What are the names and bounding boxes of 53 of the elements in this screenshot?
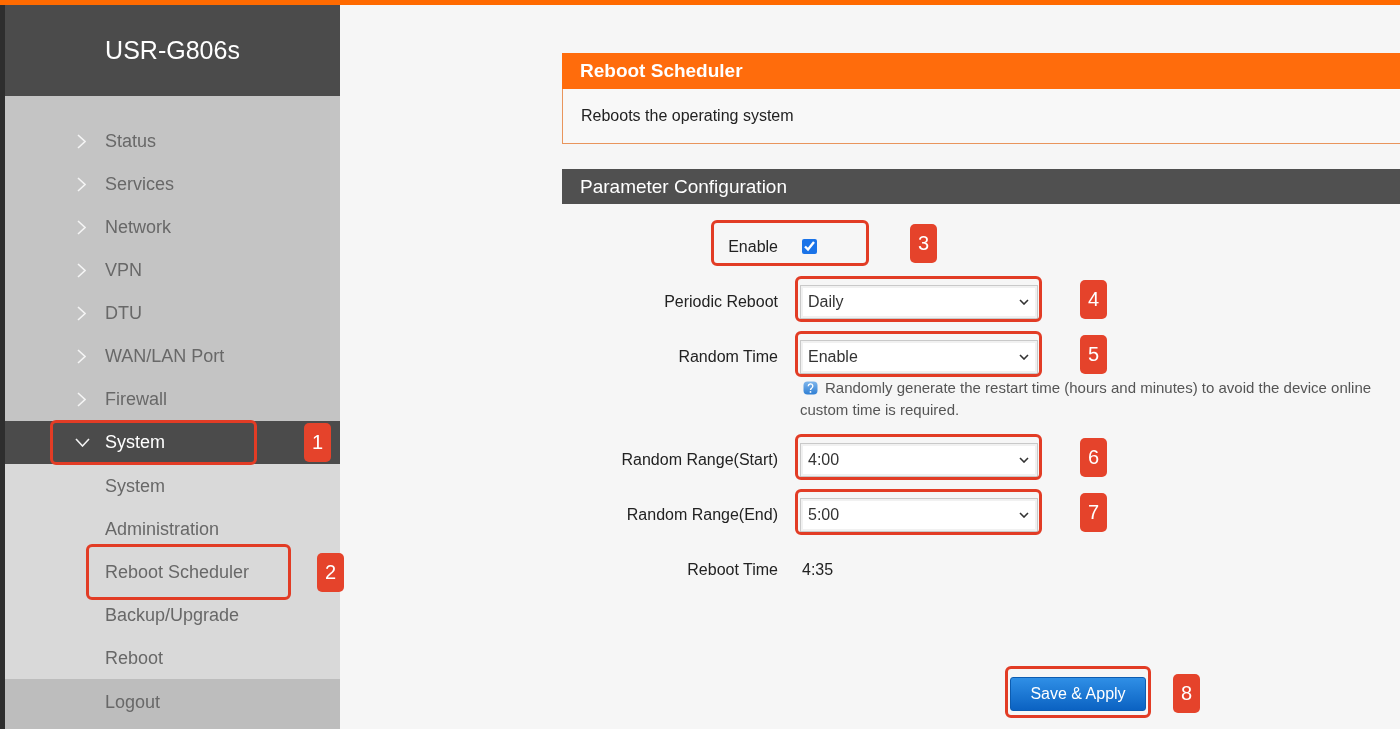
chevron-right-icon (77, 220, 86, 235)
sidebar-item[interactable]: DTU (5, 292, 340, 335)
chevron-right-icon (77, 263, 86, 278)
callout-badge: 1 (304, 423, 331, 462)
sidebar-item[interactable]: VPN (5, 249, 340, 292)
sidebar-item[interactable]: Services (5, 163, 340, 206)
logout-item[interactable]: Logout (105, 692, 161, 712)
submenu-item[interactable]: Backup/Upgrade (105, 602, 240, 627)
field-label: Reboot Time (687, 560, 778, 579)
chevron-down-icon (1019, 353, 1029, 360)
chevron-down-icon (1019, 511, 1029, 518)
sidebar-item[interactable]: WAN/LAN Port (5, 335, 340, 378)
chevron-right-icon (77, 306, 86, 321)
submenu-item[interactable]: System (105, 473, 165, 498)
field-label: Random Range(Start) (621, 450, 778, 469)
section-title: Parameter Configuration (562, 169, 1400, 204)
chevron-right-icon (77, 392, 86, 407)
brand-title: USR-G806s (105, 36, 240, 65)
submenu-item[interactable]: Reboot Scheduler (105, 559, 250, 584)
chevron-right-icon (77, 177, 86, 192)
help-text: Randomly generate the restart time (hours and minutes) to avoid the device online (825, 378, 1372, 398)
dropdown[interactable]: Enable (800, 339, 1038, 374)
callout-badge: 3 (910, 224, 937, 263)
save-apply-button[interactable]: Save & Apply (1010, 677, 1146, 711)
callout-badge: 2 (317, 553, 344, 592)
field-label: Random Time (678, 347, 778, 366)
chevron-right-icon (77, 349, 86, 364)
callout-badge: 8 (1173, 674, 1200, 713)
dropdown[interactable]: Daily (800, 284, 1038, 319)
sidebar-item[interactable]: Network (5, 206, 340, 249)
panel-title: Reboot Scheduler (562, 53, 1400, 89)
help-text: custom time is required. (800, 400, 960, 420)
field-value: 4:35 (802, 560, 834, 579)
chevron-down-icon (1019, 456, 1029, 463)
sidebar-item[interactable]: Firewall (5, 378, 340, 421)
field-label: Random Range(End) (626, 505, 778, 524)
submenu-item[interactable]: Reboot (105, 645, 164, 670)
panel-description: Reboots the operating system (562, 89, 1400, 144)
dropdown[interactable]: 5:00 (800, 497, 1038, 532)
submenu-item[interactable]: Administration (105, 516, 220, 541)
callout-badge: 4 (1080, 279, 1107, 319)
chevron-down-icon (1019, 298, 1029, 305)
chevron-right-icon (77, 134, 86, 149)
dropdown[interactable]: 4:00 (800, 442, 1038, 477)
callout-badge: 6 (1080, 437, 1107, 477)
field-label: Enable (728, 237, 778, 256)
chevron-down-icon (75, 438, 90, 447)
help-icon (803, 381, 818, 395)
callout-badge: 7 (1080, 492, 1107, 532)
callout-badge: 5 (1080, 334, 1107, 374)
field-label: Periodic Reboot (664, 292, 778, 311)
enable-checkbox[interactable] (802, 239, 817, 254)
sidebar-item[interactable]: Status (5, 120, 340, 163)
